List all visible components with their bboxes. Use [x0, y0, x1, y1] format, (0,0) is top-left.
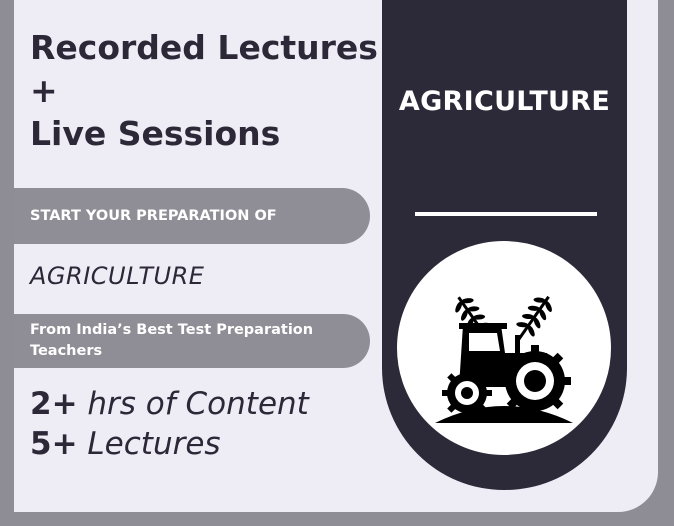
stat-lectures-label: Lectures [87, 426, 221, 462]
headline: Recorded Lectures + Live Sessions [30, 26, 390, 155]
panel-title: AGRICULTURE [398, 86, 611, 117]
prep-banner: START YOUR PREPARATION OF [14, 188, 370, 244]
stat-hours-value: 2+ [30, 386, 78, 422]
teachers-banner: From India’s Best Test Preparation Teach… [14, 314, 370, 368]
front-wheel-icon [442, 368, 492, 418]
stat-hours-label: hrs of Content [87, 386, 309, 422]
rear-wheel-icon [499, 345, 571, 417]
headline-plus: + [30, 71, 58, 110]
headline-recorded: Recorded Lectures [30, 28, 378, 67]
teachers-banner-line1: From India’s Best Test Preparation [30, 322, 314, 338]
teachers-banner-line2: Teachers [30, 343, 103, 359]
wheat-right-icon [515, 295, 552, 344]
stat-lectures-value: 5+ [30, 426, 78, 462]
badge-circle [394, 238, 614, 458]
prep-banner-text: START YOUR PREPARATION OF [30, 208, 277, 224]
stat-lectures: 5+ Lectures [30, 426, 221, 462]
subject-name: AGRICULTURE [30, 262, 205, 290]
headline-live: Live Sessions [30, 114, 281, 153]
subject-panel: AGRICULTURE [382, 0, 627, 490]
stat-hours: 2+ hrs of Content [30, 386, 309, 422]
panel-divider [415, 212, 597, 216]
tractor-icon [435, 295, 573, 423]
